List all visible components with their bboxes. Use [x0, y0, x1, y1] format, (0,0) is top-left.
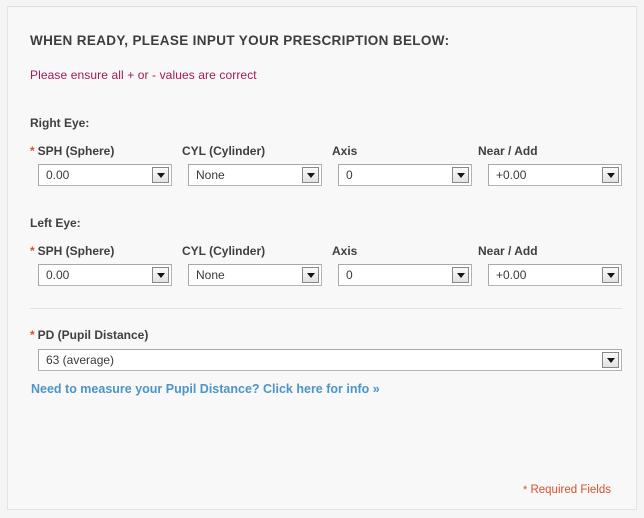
right-eye-axis-label: Axis — [332, 144, 358, 158]
page-title: WHEN READY, PLEASE INPUT YOUR PRESCRIPTI… — [30, 33, 450, 48]
right-eye-cyl-select[interactable]: None — [188, 164, 322, 186]
right-eye-sph-label-text: SPH (Sphere) — [37, 144, 115, 158]
required-fields-label: Required Fields — [527, 484, 611, 496]
warning-note: Please ensure all + or - values are corr… — [30, 68, 257, 82]
right-eye-sph-select[interactable]: 0.00 — [38, 164, 172, 186]
chevron-down-icon[interactable] — [602, 167, 619, 183]
left-eye-near-add-label: Near / Add — [478, 244, 538, 258]
left-eye-axis-label: Axis — [332, 244, 358, 258]
right-eye-near-add-value: +0.00 — [496, 168, 527, 182]
pd-value: 63 (average) — [46, 353, 115, 367]
right-eye-near-add-select[interactable]: +0.00 — [488, 164, 622, 186]
pd-select[interactable]: 63 (average) — [38, 349, 622, 371]
left-eye-axis-value: 0 — [346, 268, 353, 282]
chevron-down-icon[interactable] — [302, 267, 319, 283]
right-eye-axis-value: 0 — [346, 168, 353, 182]
right-eye-sph-label: * SPH (Sphere) — [30, 144, 114, 158]
chevron-down-icon[interactable] — [302, 167, 319, 183]
pd-label-text: PD (Pupil Distance) — [37, 328, 149, 342]
chevron-down-icon[interactable] — [152, 267, 169, 283]
right-eye-axis-select[interactable]: 0 — [338, 164, 472, 186]
required-asterisk-icon: * — [30, 144, 35, 158]
left-eye-cyl-label: CYL (Cylinder) — [182, 244, 266, 258]
left-eye-sph-value: 0.00 — [46, 268, 70, 282]
right-eye-cyl-value: None — [196, 168, 225, 182]
required-fields-note: * Required Fields — [523, 484, 611, 496]
left-eye-near-add-select[interactable]: +0.00 — [488, 264, 622, 286]
chevron-down-icon[interactable] — [452, 267, 469, 283]
right-eye-section-label: Right Eye: — [30, 116, 90, 130]
left-eye-cyl-value: None — [196, 268, 225, 282]
chevron-down-icon[interactable] — [602, 267, 619, 283]
chevron-down-icon[interactable] — [602, 352, 619, 368]
pd-label: * PD (Pupil Distance) — [30, 328, 148, 342]
left-eye-sph-label: * SPH (Sphere) — [30, 244, 114, 258]
left-eye-section-label: Left Eye: — [30, 216, 81, 230]
right-eye-sph-value: 0.00 — [46, 168, 70, 182]
left-eye-near-add-value: +0.00 — [496, 268, 527, 282]
required-asterisk-icon: * — [30, 328, 35, 342]
prescription-form-panel: WHEN READY, PLEASE INPUT YOUR PRESCRIPTI… — [7, 6, 637, 510]
right-eye-cyl-label: CYL (Cylinder) — [182, 144, 266, 158]
chevron-down-icon[interactable] — [452, 167, 469, 183]
left-eye-axis-select[interactable]: 0 — [338, 264, 472, 286]
required-asterisk-icon: * — [30, 244, 35, 258]
right-eye-near-add-label: Near / Add — [478, 144, 538, 158]
left-eye-sph-select[interactable]: 0.00 — [38, 264, 172, 286]
pd-info-link[interactable]: Need to measure your Pupil Distance? Cli… — [31, 382, 380, 396]
left-eye-cyl-select[interactable]: None — [188, 264, 322, 286]
chevron-down-icon[interactable] — [152, 167, 169, 183]
section-divider — [30, 308, 622, 309]
left-eye-sph-label-text: SPH (Sphere) — [37, 244, 115, 258]
